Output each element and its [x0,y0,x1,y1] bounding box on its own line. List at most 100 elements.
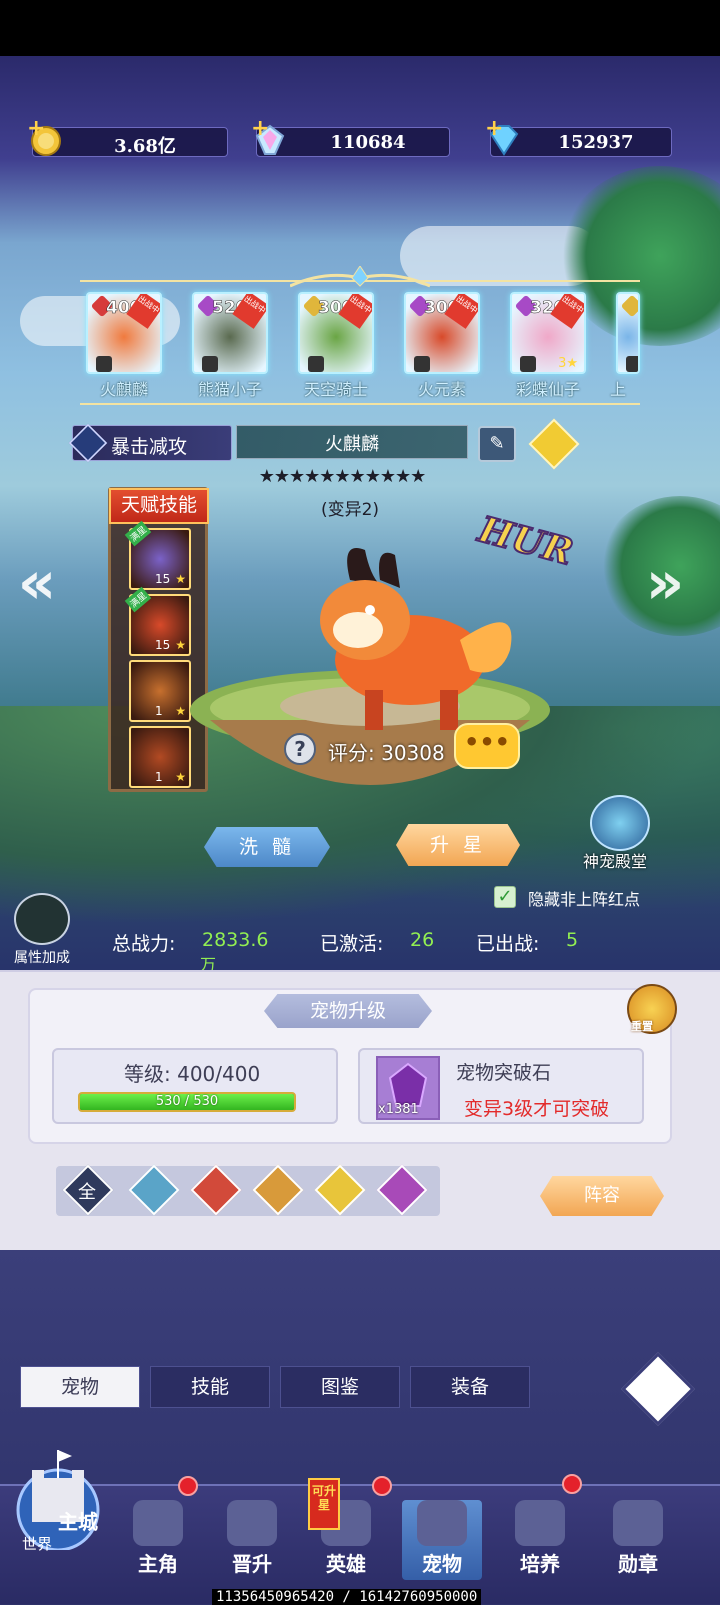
resource-value: 152937 [558,132,634,153]
water-element-icon[interactable] [128,1164,180,1216]
hide-red-dot-checkbox[interactable]: ✓ [494,886,516,908]
pet-name: 火麒麟 [325,434,379,455]
nav-icon [417,1500,467,1546]
nav-item[interactable]: 培养 [500,1500,580,1580]
pet-portrait: 400 出战中 [86,292,162,374]
pet-star-rating: ★★★★★★★★★★★ [258,466,427,487]
add-icon[interactable]: + [251,116,269,141]
nav-icon [613,1500,663,1546]
nav-icon [515,1500,565,1546]
talent-skill-icon[interactable]: 满星 15 ★ [124,520,191,590]
nav-icon [133,1500,183,1546]
pet-card-name: 彩蝶仙子 [515,380,580,399]
formation-button[interactable]: 阵容 [540,1176,664,1216]
pet-card[interactable]: 320 出战中 3★ 彩蝶仙子 [504,292,592,400]
activated-value: 26 [410,929,435,951]
tab-pet[interactable]: 宠物 [20,1366,140,1408]
tab-skill[interactable]: 技能 [150,1366,270,1408]
nav-label: 宠物 [422,1552,462,1576]
nav-label: 勋章 [618,1552,658,1576]
pet-portrait: 300 出战中 [298,292,374,374]
role-icon [414,356,430,372]
pet-card[interactable]: 520 出战中 熊猫小子 [186,292,274,400]
prev-pet-arrow[interactable]: « [12,548,62,618]
wash-button[interactable]: 洗 髓 [204,827,330,867]
role-icon [96,356,112,372]
pet-score: 评分: 30308 [328,737,445,766]
hide-red-dot-label: 隐藏非上阵红点 [528,890,641,909]
pet-card-name: 火元素 [417,380,466,399]
earth-element-icon[interactable] [252,1164,304,1216]
deployed-label: 已出战: [476,933,540,955]
world-label[interactable]: 世界 [22,1533,52,1554]
resource-gold[interactable]: + 3.68亿 [27,116,228,157]
star-up-button[interactable]: 升 星 [396,824,520,866]
nav-label: 主角 [138,1552,178,1576]
fire-qilin-pet[interactable] [270,540,530,740]
game-screen: + 3.68亿 + 110684 + 152937 400 出战中 火麒麟 520 出战… [0,0,720,1605]
pet-card[interactable]: 上 [610,292,640,400]
crossed-swords-icon [68,423,108,463]
pet-card-name: 火麒麟 [99,380,148,399]
pet-card[interactable]: 400 出战中火麒麟 [80,292,168,400]
upgrade-title: 宠物升级 [264,994,432,1028]
pet-portrait [616,292,640,374]
debug-text: 11356450965420 / 16142760950000 [212,1589,482,1605]
reset-label: 重置 [631,1020,653,1033]
element-filter-bar [56,1164,440,1216]
pet-star-count: 3★ [558,356,578,371]
next-pet-arrow[interactable]: » [640,548,690,618]
score-value: 30308 [381,741,445,765]
bottom-nav: 主角 晋升 英雄 宠物 培养 勋章 [0,1460,720,1605]
nav-label: 晋升 [232,1552,272,1576]
stone-name: 宠物突破石 [456,1062,552,1084]
crown-ornament [290,266,430,288]
nav-item[interactable]: 主角 [118,1500,198,1580]
talent-level: 15 [155,638,171,652]
light-element-icon[interactable] [314,1164,366,1216]
pet-card-name: 上 [610,380,627,399]
nav-item[interactable]: 勋章 [598,1500,678,1580]
pet-card[interactable]: 300 出战中火元素 [398,292,486,400]
role-icon [626,356,638,372]
rename-button[interactable]: ✎ [478,426,516,462]
role-icon [308,356,324,372]
level-card: 等级: 400/400 530 / 530 [52,1048,338,1124]
tab-codex[interactable]: 图鉴 [280,1366,400,1408]
resource-crystal[interactable]: + 110684 [251,116,450,157]
chat-bubble-icon[interactable]: ••• [454,723,520,769]
filter-all-label: 全 [78,1182,96,1203]
pet-card-name: 天空骑士 [303,380,368,399]
pet-temple-icon[interactable] [590,795,650,851]
resource-value: 3.68亿 [114,136,176,157]
star-count: 3 [558,356,567,371]
attribute-bonus-label: 属性加成 [14,950,70,966]
talent-level: 15 [155,572,171,586]
role-icon [520,356,536,372]
resource-diamond[interactable]: + 152937 [485,116,672,157]
tab-equipment[interactable]: 装备 [410,1366,530,1408]
star-icon: ★ [175,572,186,586]
score-label: 评分: [328,741,375,765]
exp-text: 530 / 530 [155,1094,219,1109]
max-star-tag: 满星 [124,520,152,547]
nav-item[interactable]: 宠物 [402,1500,482,1580]
add-icon[interactable]: + [485,116,503,141]
attribute-bonus-icon[interactable] [14,893,70,945]
pet-trait-banner[interactable]: 暴击减攻 [68,423,232,463]
pet-name-bar: 火麒麟 [236,425,468,459]
nav-label: 培养 [520,1552,560,1576]
nav-item[interactable]: 晋升 [212,1500,292,1580]
add-icon[interactable]: + [27,116,45,141]
notification-dot [372,1476,392,1496]
breakthrough-stone-card[interactable]: x1381 宠物突破石 变异3级才可突破 [358,1048,644,1124]
talent-skill-icon[interactable]: 满星 15 ★ [124,586,191,656]
pet-card-name: 熊猫小子 [197,380,262,399]
element-icon [620,294,638,318]
fire-element-icon[interactable] [190,1164,242,1216]
pet-portrait: 300 出战中 [404,292,480,374]
pet-card[interactable]: 300 出战中天空骑士 [292,292,380,400]
dark-element-icon[interactable] [376,1164,428,1216]
stone-requirement: 变异3级才可突破 [464,1098,610,1120]
help-icon[interactable]: ? [284,733,316,765]
